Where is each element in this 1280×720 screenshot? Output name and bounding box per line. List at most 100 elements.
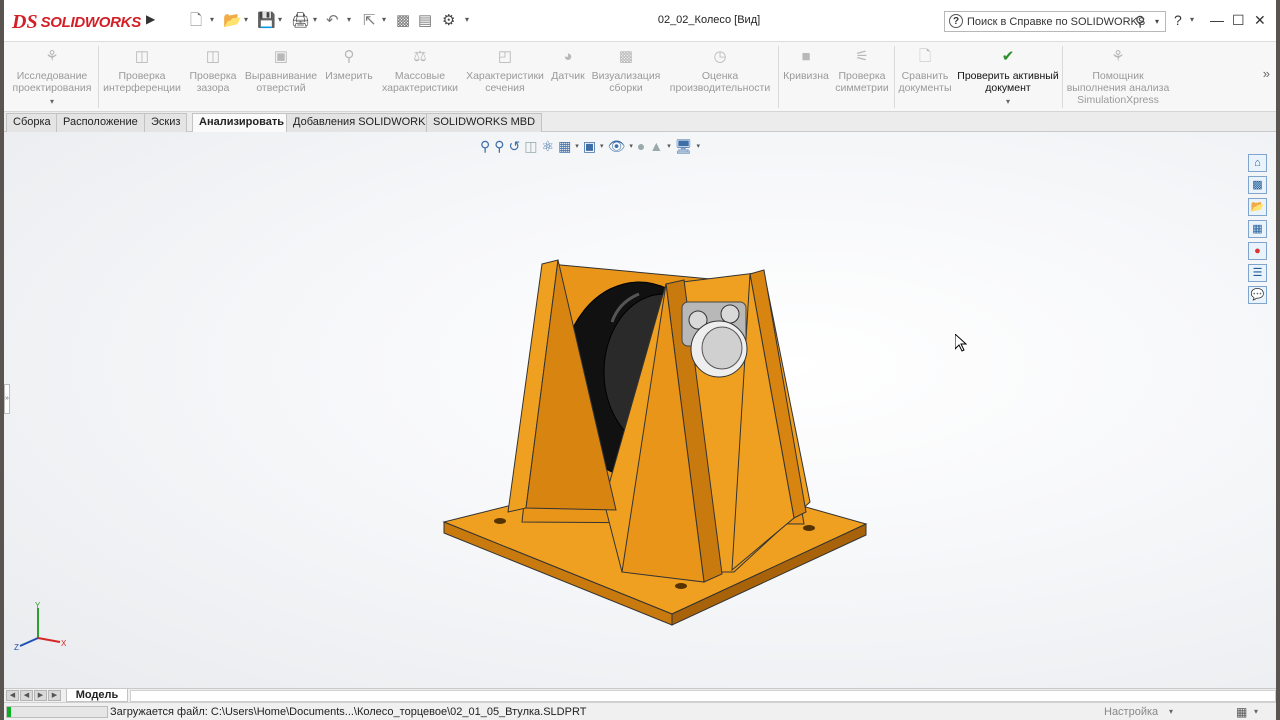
sensor-icon: ◕ <box>563 48 573 65</box>
customize-status-label[interactable]: Настройка <box>1104 706 1158 718</box>
undo-icon[interactable]: ↶ <box>326 12 339 30</box>
hide-show-dropdown-icon[interactable]: ▾ <box>629 142 633 150</box>
options-gear-icon[interactable]: ⚙ <box>442 12 455 30</box>
triad-x-label: X <box>61 639 67 648</box>
apply-scene-icon[interactable]: ▲ <box>649 138 663 154</box>
ribbon-more-chevron-icon[interactable]: » <box>1263 66 1270 81</box>
customize-dropdown-icon[interactable]: ▾ <box>1169 707 1173 716</box>
tab-model[interactable]: Модель <box>66 689 128 702</box>
select-pointer-icon[interactable]: ⇱ <box>363 12 376 30</box>
view-settings-monitor-icon[interactable]: 🖥 <box>675 138 693 155</box>
symmetry-check-button[interactable]: ⚟ Проверка симметрии <box>834 48 890 94</box>
section-properties-button[interactable]: ◰ Характеристики сечения <box>464 48 546 94</box>
horizontal-scrollbar[interactable] <box>130 690 1276 702</box>
tab-solidworks-addins[interactable]: Добавления SOLIDWORKS <box>286 113 440 132</box>
design-study-button[interactable]: ⚘ Исследование проектирования ▾ <box>8 48 96 108</box>
save-dropdown-icon[interactable]: ▾ <box>278 15 282 24</box>
tab-sketch[interactable]: Эскиз <box>144 113 188 132</box>
search-icon[interactable]: ⚲ <box>1135 13 1145 30</box>
edit-appearance-icon[interactable]: ● <box>637 138 645 154</box>
apply-scene-dropdown-icon[interactable]: ▾ <box>667 142 671 150</box>
feature-manager-toggle-icon[interactable]: » <box>4 384 10 414</box>
open-folder-icon[interactable]: 📂 <box>223 12 242 30</box>
tab-layout[interactable]: Расположение <box>56 113 145 132</box>
measure-button[interactable]: ⚲ Измерить <box>322 48 376 82</box>
view-palette-icon[interactable]: ▦ <box>1248 220 1267 238</box>
status-dropdown-icon[interactable]: ▾ <box>1254 707 1258 716</box>
print-icon[interactable]: 🖨 <box>291 12 310 30</box>
view-orientation-dropdown-icon[interactable]: ▾ <box>575 142 579 150</box>
clearance-icon: ◫ <box>205 48 221 65</box>
solidworks-resources-home-icon[interactable]: ⌂ <box>1248 154 1267 172</box>
appearances-scenes-icon[interactable]: ● <box>1248 242 1267 260</box>
custom-properties-icon[interactable]: ☰ <box>1248 264 1267 282</box>
select-dropdown-icon[interactable]: ▾ <box>382 15 386 24</box>
first-tab-icon[interactable]: ◀ <box>6 690 19 701</box>
title-bar: DS SOLIDWORKS ▶ 🗋 ▾ 📂 ▾ 💾 ▾ 🖨 ▾ ↶ ▾ ⇱ ▾ … <box>4 0 1276 42</box>
undo-dropdown-icon[interactable]: ▾ <box>347 15 351 24</box>
hide-show-items-icon[interactable]: 👁 <box>608 138 626 155</box>
clearance-verification-button[interactable]: ◫ Проверка зазора <box>186 48 240 94</box>
display-style-icon[interactable]: ▣ <box>583 138 596 155</box>
interference-detection-button[interactable]: ◫ Проверка интерференции <box>100 48 184 94</box>
graphics-area[interactable]: ⚲ ⚲ ↺ ◫ ⚛ ▦ ▾ ▣ ▾ 👁 ▾ ● ▲ ▾ 🖥 ▾ ◀ ▶ — ❐ … <box>4 132 1276 688</box>
open-dropdown-icon[interactable]: ▾ <box>244 15 248 24</box>
display-style-dropdown-icon[interactable]: ▾ <box>600 142 604 150</box>
check-active-dropdown-icon[interactable]: ▾ <box>956 96 1060 108</box>
ribbon-divider <box>894 46 895 108</box>
last-tab-icon[interactable]: ▶ <box>48 690 61 701</box>
check-active-document-button[interactable]: ✔ Проверить активный документ ▾ <box>956 48 1060 108</box>
mount-hole <box>675 583 687 589</box>
minimize-button[interactable]: — <box>1210 12 1224 28</box>
zoom-to-area-icon[interactable]: ⚲ <box>494 138 504 155</box>
curvature-button[interactable]: ■ Кривизна <box>780 48 832 82</box>
performance-icon: ◷ <box>713 48 727 65</box>
next-tab-icon[interactable]: ▶ <box>34 690 47 701</box>
prev-tab-icon[interactable]: ◀ <box>20 690 33 701</box>
rebuild-status-icon[interactable]: ▦ <box>1236 705 1247 719</box>
help-search-box[interactable]: ? Поиск в Справке по SOLIDWORKS ⚲ ▾ <box>944 11 1166 32</box>
tab-assembly[interactable]: Сборка <box>6 113 58 132</box>
file-properties-icon[interactable]: ▤ <box>418 12 432 30</box>
compare-documents-button[interactable]: 🗋 Сравнить документы <box>896 48 954 94</box>
options-dropdown-icon[interactable]: ▾ <box>465 15 469 24</box>
menu-expand-arrow-icon[interactable]: ▶ <box>146 12 158 30</box>
interference-label: Проверка интерференции <box>103 70 181 94</box>
performance-evaluation-button[interactable]: ◷ Оценка производительности <box>664 48 776 94</box>
tab-evaluate[interactable]: Анализировать <box>192 113 292 132</box>
help-button[interactable]: ? <box>1174 12 1182 28</box>
rebuild-icon[interactable]: ▩ <box>396 12 410 30</box>
new-document-icon[interactable]: 🗋 <box>190 12 202 30</box>
search-dropdown-icon[interactable]: ▾ <box>1155 17 1159 26</box>
help-dropdown-icon[interactable]: ▾ <box>1190 15 1194 24</box>
view-orientation-icon[interactable]: ▦ <box>558 138 571 155</box>
hex-bolt <box>720 304 740 324</box>
tab-solidworks-mbd[interactable]: SOLIDWORKS MBD <box>426 113 543 132</box>
file-explorer-icon[interactable]: 📂 <box>1248 198 1267 216</box>
solidworks-logo[interactable]: DS SOLIDWORKS <box>12 8 142 36</box>
new-dropdown-icon[interactable]: ▾ <box>210 15 214 24</box>
maximize-button[interactable]: ☐ <box>1232 12 1245 29</box>
design-study-dropdown-icon[interactable]: ▾ <box>8 96 96 108</box>
mass-properties-label: Массовые характеристики <box>382 70 458 94</box>
design-library-icon[interactable]: ▩ <box>1248 176 1267 194</box>
save-icon[interactable]: 💾 <box>257 12 276 30</box>
forum-icon[interactable]: 💬 <box>1248 286 1267 304</box>
sensor-button[interactable]: ◕ Датчик <box>548 48 588 82</box>
close-button[interactable]: ✕ <box>1254 12 1266 29</box>
assembly-visualization-button[interactable]: ▩ Визуализация сборки <box>590 48 662 94</box>
simulationxpress-button[interactable]: ⚘ Помощник выполнения анализа Simulation… <box>1064 48 1172 106</box>
mass-properties-button[interactable]: ⚖ Массовые характеристики <box>378 48 462 94</box>
hole-alignment-button[interactable]: ▣ Выравнивание отверстий <box>242 48 320 94</box>
wheel-assembly-model[interactable] <box>434 212 874 632</box>
section-view-icon[interactable]: ◫ <box>524 138 537 155</box>
progress-fill <box>7 707 11 717</box>
previous-view-icon[interactable]: ↺ <box>509 138 521 155</box>
print-dropdown-icon[interactable]: ▾ <box>313 15 317 24</box>
zoom-to-fit-icon[interactable]: ⚲ <box>480 138 490 155</box>
symmetry-label: Проверка симметрии <box>835 70 889 94</box>
compare-documents-icon: 🗋 <box>918 48 932 65</box>
view-settings-dropdown-icon[interactable]: ▾ <box>696 142 700 150</box>
help-search-input[interactable]: Поиск в Справке по SOLIDWORKS <box>967 16 1145 28</box>
dynamic-annotation-icon[interactable]: ⚛ <box>542 138 555 155</box>
